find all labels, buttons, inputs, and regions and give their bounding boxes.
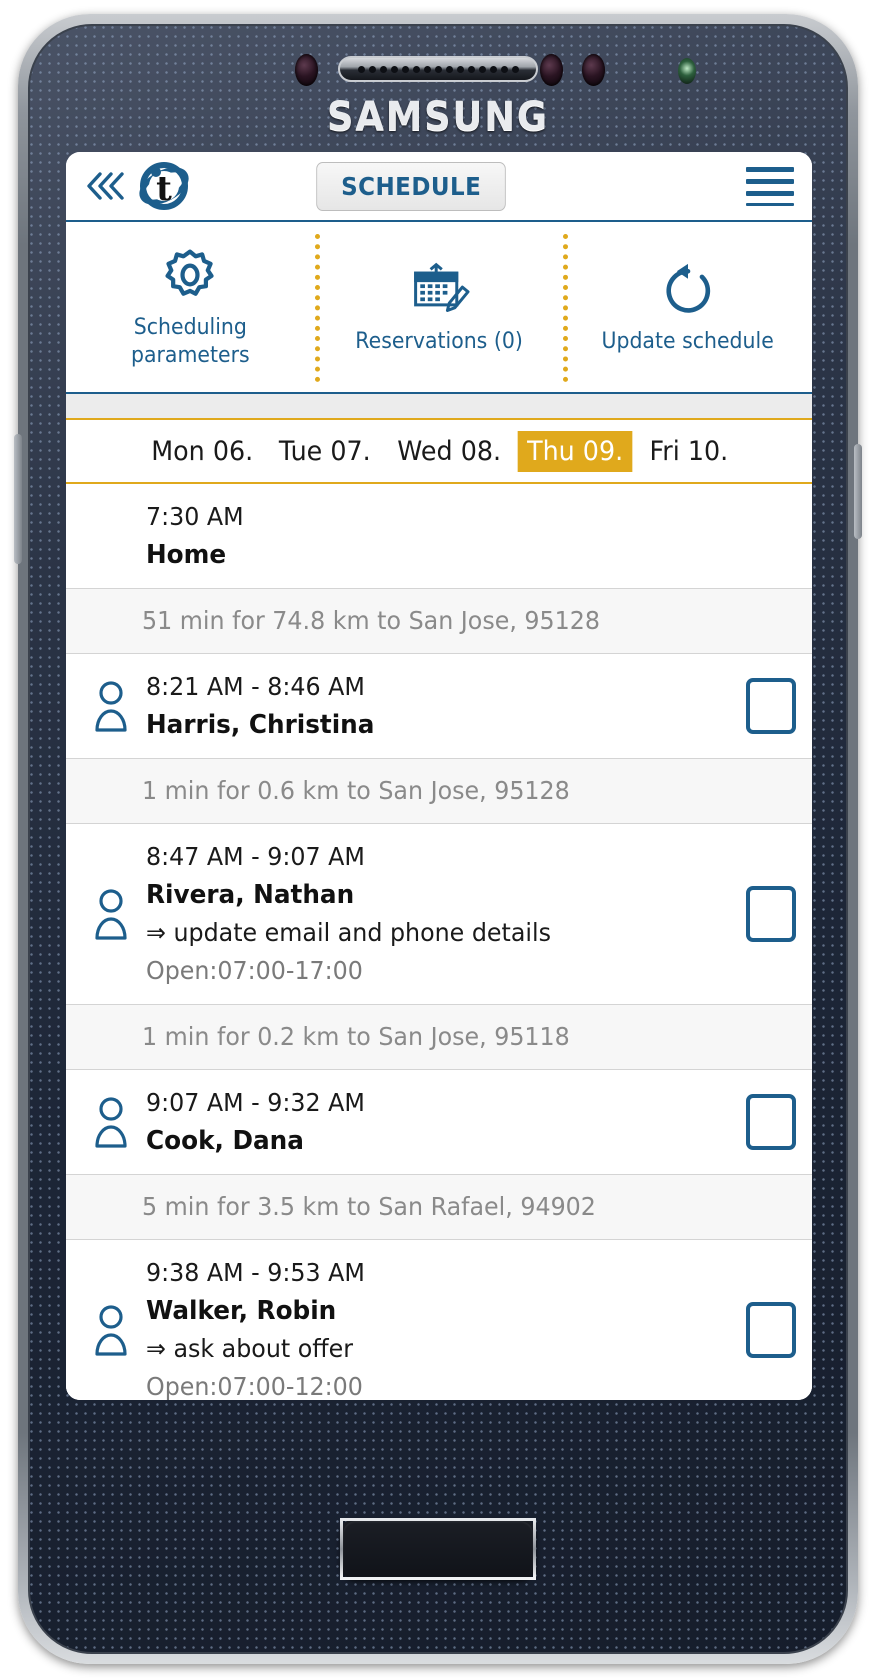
travel-row: 1 min for 0.2 km to San Jose, 95118 (66, 1005, 812, 1070)
phone-body: SAMSUNG (28, 24, 848, 1654)
appointment-name: Cook, Dana (146, 1122, 703, 1160)
toolbar-item-label: Reservations (0) (355, 328, 523, 356)
appointment-time: 9:07 AM - 9:32 AM (146, 1084, 703, 1122)
travel-row: 5 min for 3.5 km to San Rafael, 94902 (66, 1175, 812, 1240)
app-logo-t-icon[interactable]: t (136, 158, 192, 214)
sensor-secondary-icon (582, 54, 605, 86)
appointment-details: 9:38 AM - 9:53 AM Walker, Robin ⇒ ask ab… (142, 1254, 732, 1400)
appointment-open-hours: Open:07:00-17:00 (146, 952, 703, 990)
section-divider-strip (66, 394, 812, 420)
appointment-name: Home (146, 536, 703, 574)
toolbar-item-reservations[interactable]: Reservations (0) (315, 222, 564, 392)
schedule-row-appointment[interactable]: 9:38 AM - 9:53 AM Walker, Robin ⇒ ask ab… (66, 1240, 812, 1400)
toolbar-item-update-schedule[interactable]: Update schedule (563, 222, 812, 392)
appointment-note: ⇒ update email and phone details (146, 914, 703, 952)
person-icon (80, 1304, 142, 1356)
appointment-details: 7:30 AM Home (142, 498, 732, 574)
appointment-time: 8:47 AM - 9:07 AM (146, 838, 703, 876)
appointment-open-hours: Open:07:00-12:00 (146, 1368, 703, 1400)
appointment-name: Harris, Christina (146, 706, 703, 744)
day-tab-fri[interactable]: Fri 10. (640, 431, 737, 472)
gear-icon (161, 244, 219, 306)
app-bar: t SCHEDULE (66, 152, 812, 222)
day-tab-wed[interactable]: Wed 08. (388, 431, 511, 472)
schedule-row-appointment[interactable]: 8:47 AM - 9:07 AM Rivera, Nathan ⇒ updat… (66, 824, 812, 1005)
power-button-right[interactable] (854, 444, 862, 539)
appointment-details: 9:07 AM - 9:32 AM Cook, Dana (142, 1084, 732, 1160)
schedule-list[interactable]: 7:30 AM Home 51 min for 74.8 km to San J… (66, 484, 812, 1400)
person-icon (80, 888, 142, 940)
appointment-details: 8:47 AM - 9:07 AM Rivera, Nathan ⇒ updat… (142, 838, 732, 990)
appointment-note: ⇒ ask about offer (146, 1330, 703, 1368)
day-tab-thu[interactable]: Thu 09. (518, 431, 633, 472)
day-tab-tue[interactable]: Tue 07. (270, 431, 381, 472)
travel-text: 1 min for 0.6 km to San Jose, 95128 (142, 771, 570, 811)
travel-row: 51 min for 74.8 km to San Jose, 95128 (66, 589, 812, 654)
appointment-checkbox[interactable] (732, 678, 796, 734)
sensor-icon (540, 54, 563, 86)
person-icon (80, 1096, 142, 1148)
home-button[interactable] (340, 1518, 536, 1580)
screen-title-button[interactable]: SCHEDULE (316, 162, 506, 211)
refresh-icon (661, 258, 715, 320)
travel-text: 1 min for 0.2 km to San Jose, 95118 (142, 1017, 570, 1057)
schedule-row-appointment[interactable]: 8:21 AM - 8:46 AM Harris, Christina (66, 654, 812, 759)
appointment-time: 7:30 AM (146, 498, 703, 536)
toolbar-item-label: Update schedule (602, 328, 774, 356)
hamburger-menu-icon[interactable] (746, 167, 794, 206)
day-tabs: Mon 06. Tue 07. Wed 08. Thu 09. Fri 10. (66, 420, 812, 484)
appointment-details: 8:21 AM - 8:46 AM Harris, Christina (142, 668, 732, 744)
toolbar-item-scheduling-parameters[interactable]: Scheduling parameters (66, 222, 315, 392)
appointment-checkbox[interactable] (732, 886, 796, 942)
appointment-checkbox[interactable] (732, 1302, 796, 1358)
schedule-row-appointment[interactable]: 9:07 AM - 9:32 AM Cook, Dana (66, 1070, 812, 1175)
day-tab-mon[interactable]: Mon 06. (142, 431, 263, 472)
person-icon (80, 680, 142, 732)
front-camera-icon (678, 58, 696, 84)
appointment-checkbox[interactable] (732, 1094, 796, 1150)
calendar-edit-icon (408, 258, 470, 320)
action-toolbar: Scheduling parameters (66, 222, 812, 394)
travel-row: 1 min for 0.6 km to San Jose, 95128 (66, 759, 812, 824)
double-chevron-left-icon[interactable] (84, 166, 130, 206)
phone-screen: t SCHEDULE (66, 152, 812, 1400)
toolbar-item-label: Scheduling parameters (78, 314, 302, 370)
travel-text: 5 min for 3.5 km to San Rafael, 94902 (142, 1187, 596, 1227)
appointment-name: Rivera, Nathan (146, 876, 703, 914)
travel-text: 51 min for 74.8 km to San Jose, 95128 (142, 601, 600, 641)
appointment-name: Walker, Robin (146, 1292, 703, 1330)
earpiece-speaker (338, 56, 538, 82)
proximity-sensor-icon (295, 54, 318, 86)
device-brand-label: SAMSUNG (63, 94, 814, 140)
appointment-time: 8:21 AM - 8:46 AM (146, 668, 703, 706)
appointment-time: 9:38 AM - 9:53 AM (146, 1254, 703, 1292)
volume-button-left[interactable] (14, 434, 22, 564)
phone-frame: SAMSUNG (18, 14, 858, 1664)
schedule-row-home[interactable]: 7:30 AM Home (66, 484, 812, 589)
